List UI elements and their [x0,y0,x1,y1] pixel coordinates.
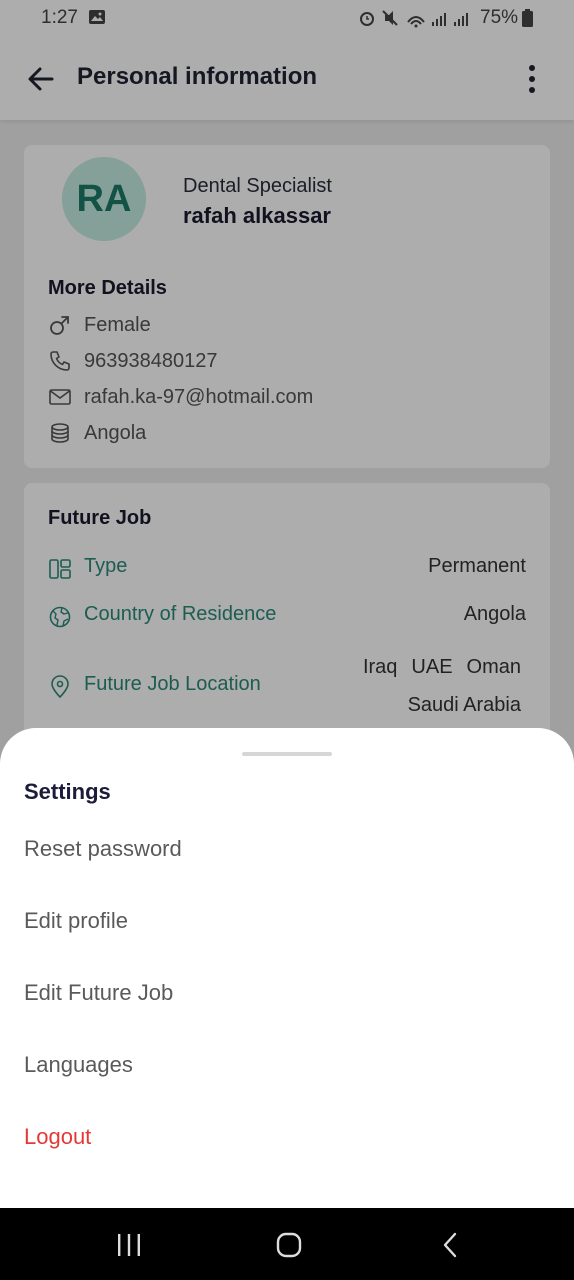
home-icon[interactable] [274,1230,304,1260]
back-nav-icon[interactable] [436,1230,466,1260]
app-screen: 1:27 75% Personal information RA Dental … [0,0,574,1208]
settings-bottom-sheet: Settings Reset password Edit profile Edi… [0,728,574,1208]
settings-title: Settings [24,779,111,804]
languages-item[interactable]: Languages [24,1052,133,1078]
recent-apps-icon[interactable] [114,1230,144,1260]
reset-password-item[interactable]: Reset password [24,836,182,862]
edit-profile-item[interactable]: Edit profile [24,908,128,934]
system-nav-bar [0,1208,574,1280]
edit-future-job-item[interactable]: Edit Future Job [24,980,173,1006]
drag-handle[interactable] [242,752,332,756]
logout-item[interactable]: Logout [24,1124,91,1150]
